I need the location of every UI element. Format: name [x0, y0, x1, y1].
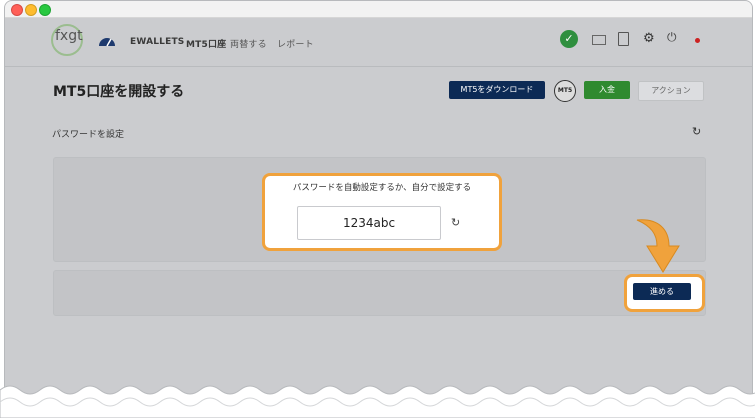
torn-edge	[0, 385, 755, 418]
next-highlight-box: 進める	[624, 274, 705, 312]
logo[interactable]: fxgt	[55, 28, 83, 44]
check-icon[interactable]: ✓	[560, 30, 578, 48]
password-prompt: パスワードを自動設定するか、自分で設定する	[292, 183, 472, 193]
nav-item-report[interactable]: レポート	[277, 37, 314, 50]
maximize-window-button[interactable]	[39, 4, 51, 16]
arrow-down-icon	[636, 219, 680, 273]
section-label: パスワードを設定	[52, 130, 125, 140]
password-field[interactable]: 1234abc	[297, 206, 441, 240]
regenerate-password-icon[interactable]: ↻	[451, 216, 460, 229]
clipboard-icon[interactable]	[618, 32, 629, 46]
top-navigation: fxgt EWALLETS MT5口座 両替する レポート ✓ ⚙ ⏻	[5, 18, 752, 66]
mail-icon[interactable]	[592, 35, 606, 45]
nav-item-ewallets[interactable]: EWALLETS	[130, 37, 184, 47]
minimize-window-button[interactable]	[25, 4, 37, 16]
page-title: MT5口座を開設する	[53, 84, 185, 100]
password-highlight-box: パスワードを自動設定するか、自分で設定する 1234abc ↻	[262, 173, 502, 251]
next-button[interactable]: 進める	[633, 283, 691, 300]
action-dropdown[interactable]: アクション	[638, 81, 704, 101]
speedometer-icon[interactable]	[97, 33, 117, 47]
action-panel	[53, 270, 706, 316]
app-content: fxgt EWALLETS MT5口座 両替する レポート ✓ ⚙ ⏻ MT5口…	[5, 18, 752, 401]
deposit-button[interactable]: 入金	[584, 81, 630, 99]
nav-item-mt5[interactable]: MT5口座	[186, 37, 226, 50]
nav-divider	[5, 66, 752, 67]
flag-icon[interactable]	[695, 38, 700, 43]
close-window-button[interactable]	[11, 4, 23, 16]
browser-window: fxgt EWALLETS MT5口座 両替する レポート ✓ ⚙ ⏻ MT5口…	[4, 0, 753, 402]
mt5-badge[interactable]: MT5	[554, 80, 576, 102]
gear-icon[interactable]: ⚙	[643, 32, 655, 45]
download-mt5-button[interactable]: MT5をダウンロード	[449, 81, 545, 99]
nav-item-exchange[interactable]: 両替する	[230, 37, 267, 50]
power-icon[interactable]: ⏻	[667, 31, 677, 44]
refresh-icon[interactable]: ↻	[692, 125, 701, 138]
window-titlebar	[5, 1, 752, 18]
